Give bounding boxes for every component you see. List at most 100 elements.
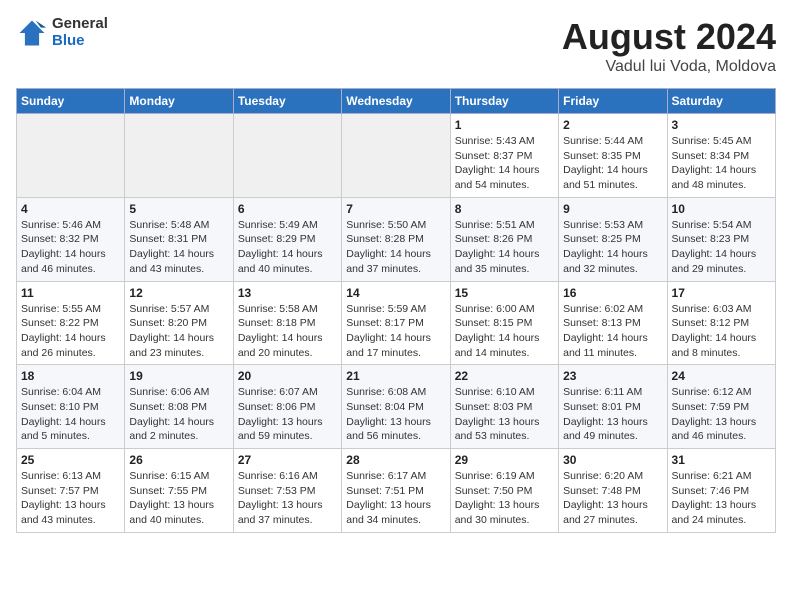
day-number: 21 xyxy=(346,369,445,383)
calendar-table: SundayMondayTuesdayWednesdayThursdayFrid… xyxy=(16,88,776,533)
calendar-cell: 31 Sunrise: 6:21 AM Sunset: 7:46 PM Dayli… xyxy=(667,449,775,533)
calendar-cell: 26Sunrise: 6:15 AM Sunset: 7:55 PM Dayli… xyxy=(125,449,233,533)
day-info: Sunrise: 5:45 AM Sunset: 8:34 PM Dayligh… xyxy=(672,134,771,193)
day-number: 8 xyxy=(455,202,554,216)
calendar-cell: 12 Sunrise: 5:57 AM Sunset: 8:20 PM Dayli… xyxy=(125,281,233,365)
week-row-2: 4 Sunrise: 5:46 AM Sunset: 8:32 PM Daylig… xyxy=(17,197,776,281)
day-info: Sunrise: 6:21 AM Sunset: 7:46 PM Dayligh… xyxy=(672,469,771,528)
day-number: 7 xyxy=(346,202,445,216)
calendar-cell: 19 Sunrise: 6:06 AM Sunset: 8:08 PM Dayli… xyxy=(125,365,233,449)
logo-icon xyxy=(16,17,48,49)
day-info: Sunrise: 6:10 AM Sunset: 8:03 PM Dayligh… xyxy=(455,385,554,444)
calendar-cell: 23 Sunrise: 6:11 AM Sunset: 8:01 PM Dayli… xyxy=(559,365,667,449)
calendar-cell xyxy=(125,114,233,198)
day-info: Sunrise: 6:11 AM Sunset: 8:01 PM Dayligh… xyxy=(563,385,662,444)
day-number: 28 xyxy=(346,453,445,467)
day-info: Sunrise: 6:02 AM Sunset: 8:13 PM Dayligh… xyxy=(563,302,662,361)
title-block: August 2024 Vadul lui Voda, Moldova xyxy=(562,16,776,76)
day-info: Sunrise: 6:19 AM Sunset: 7:50 PM Dayligh… xyxy=(455,469,554,528)
day-info: Sunrise: 5:54 AM Sunset: 8:23 PM Dayligh… xyxy=(672,218,771,277)
day-info: Sunrise: 6:20 AM Sunset: 7:48 PM Dayligh… xyxy=(563,469,662,528)
calendar-cell: 20 Sunrise: 6:07 AM Sunset: 8:06 PM Dayli… xyxy=(233,365,341,449)
logo-blue-text: Blue xyxy=(52,33,108,50)
day-number: 2 xyxy=(563,118,662,132)
day-info: Sunrise: 6:06 AM Sunset: 8:08 PM Dayligh… xyxy=(129,385,228,444)
day-info: Sunrise: 6:04 AM Sunset: 8:10 PM Dayligh… xyxy=(21,385,120,444)
day-info: Sunrise: 6:07 AM Sunset: 8:06 PM Dayligh… xyxy=(238,385,337,444)
main-title: August 2024 xyxy=(562,16,776,58)
day-number: 14 xyxy=(346,286,445,300)
day-info: Sunrise: 5:58 AM Sunset: 8:18 PM Dayligh… xyxy=(238,302,337,361)
day-number: 17 xyxy=(672,286,771,300)
calendar-cell: 22 Sunrise: 6:10 AM Sunset: 8:03 PM Dayli… xyxy=(450,365,558,449)
calendar-cell: 29 Sunrise: 6:19 AM Sunset: 7:50 PM Dayli… xyxy=(450,449,558,533)
calendar-cell: 5Sunrise: 5:48 AM Sunset: 8:31 PM Daylig… xyxy=(125,197,233,281)
day-info: Sunrise: 5:55 AM Sunset: 8:22 PM Dayligh… xyxy=(21,302,120,361)
day-number: 19 xyxy=(129,369,228,383)
day-info: Sunrise: 5:44 AM Sunset: 8:35 PM Dayligh… xyxy=(563,134,662,193)
calendar-cell: 1 Sunrise: 5:43 AM Sunset: 8:37 PM Daylig… xyxy=(450,114,558,198)
calendar-cell: 13 Sunrise: 5:58 AM Sunset: 8:18 PM Dayli… xyxy=(233,281,341,365)
col-header-thursday: Thursday xyxy=(450,89,558,114)
week-row-1: 1 Sunrise: 5:43 AM Sunset: 8:37 PM Daylig… xyxy=(17,114,776,198)
day-number: 31 xyxy=(672,453,771,467)
day-info: Sunrise: 6:03 AM Sunset: 8:12 PM Dayligh… xyxy=(672,302,771,361)
day-info: Sunrise: 5:48 AM Sunset: 8:31 PM Dayligh… xyxy=(129,218,228,277)
day-number: 10 xyxy=(672,202,771,216)
day-number: 15 xyxy=(455,286,554,300)
day-number: 13 xyxy=(238,286,337,300)
calendar-cell: 17 Sunrise: 6:03 AM Sunset: 8:12 PM Dayli… xyxy=(667,281,775,365)
calendar-cell: 10 Sunrise: 5:54 AM Sunset: 8:23 PM Dayli… xyxy=(667,197,775,281)
col-header-monday: Monday xyxy=(125,89,233,114)
day-number: 11 xyxy=(21,286,120,300)
calendar-cell xyxy=(233,114,341,198)
calendar-cell: 18 Sunrise: 6:04 AM Sunset: 8:10 PM Dayli… xyxy=(17,365,125,449)
week-row-4: 18 Sunrise: 6:04 AM Sunset: 8:10 PM Dayli… xyxy=(17,365,776,449)
calendar-cell: 25Sunrise: 6:13 AM Sunset: 7:57 PM Dayli… xyxy=(17,449,125,533)
logo-general-text: General xyxy=(52,16,108,33)
calendar-cell: 27 Sunrise: 6:16 AM Sunset: 7:53 PM Dayli… xyxy=(233,449,341,533)
day-number: 16 xyxy=(563,286,662,300)
day-info: Sunrise: 5:51 AM Sunset: 8:26 PM Dayligh… xyxy=(455,218,554,277)
day-number: 27 xyxy=(238,453,337,467)
day-number: 20 xyxy=(238,369,337,383)
day-number: 29 xyxy=(455,453,554,467)
day-info: Sunrise: 5:53 AM Sunset: 8:25 PM Dayligh… xyxy=(563,218,662,277)
day-number: 1 xyxy=(455,118,554,132)
calendar-cell: 8 Sunrise: 5:51 AM Sunset: 8:26 PM Daylig… xyxy=(450,197,558,281)
calendar-cell: 14 Sunrise: 5:59 AM Sunset: 8:17 PM Dayli… xyxy=(342,281,450,365)
day-info: Sunrise: 5:46 AM Sunset: 8:32 PM Dayligh… xyxy=(21,218,120,277)
day-number: 18 xyxy=(21,369,120,383)
day-number: 22 xyxy=(455,369,554,383)
day-info: Sunrise: 5:43 AM Sunset: 8:37 PM Dayligh… xyxy=(455,134,554,193)
day-number: 12 xyxy=(129,286,228,300)
day-number: 23 xyxy=(563,369,662,383)
calendar-cell: 2 Sunrise: 5:44 AM Sunset: 8:35 PM Daylig… xyxy=(559,114,667,198)
calendar-cell: 6 Sunrise: 5:49 AM Sunset: 8:29 PM Daylig… xyxy=(233,197,341,281)
col-header-wednesday: Wednesday xyxy=(342,89,450,114)
day-info: Sunrise: 6:13 AM Sunset: 7:57 PM Dayligh… xyxy=(21,469,120,528)
subtitle: Vadul lui Voda, Moldova xyxy=(562,58,776,76)
day-info: Sunrise: 6:16 AM Sunset: 7:53 PM Dayligh… xyxy=(238,469,337,528)
day-number: 30 xyxy=(563,453,662,467)
day-number: 6 xyxy=(238,202,337,216)
col-header-friday: Friday xyxy=(559,89,667,114)
day-info: Sunrise: 6:12 AM Sunset: 7:59 PM Dayligh… xyxy=(672,385,771,444)
day-info: Sunrise: 5:49 AM Sunset: 8:29 PM Dayligh… xyxy=(238,218,337,277)
col-header-sunday: Sunday xyxy=(17,89,125,114)
day-info: Sunrise: 6:15 AM Sunset: 7:55 PM Dayligh… xyxy=(129,469,228,528)
day-number: 3 xyxy=(672,118,771,132)
logo: General Blue xyxy=(16,16,108,49)
col-header-tuesday: Tuesday xyxy=(233,89,341,114)
day-number: 24 xyxy=(672,369,771,383)
day-info: Sunrise: 5:59 AM Sunset: 8:17 PM Dayligh… xyxy=(346,302,445,361)
page-header: General Blue August 2024 Vadul lui Voda,… xyxy=(16,16,776,76)
week-row-3: 11 Sunrise: 5:55 AM Sunset: 8:22 PM Dayli… xyxy=(17,281,776,365)
day-info: Sunrise: 5:57 AM Sunset: 8:20 PM Dayligh… xyxy=(129,302,228,361)
day-number: 4 xyxy=(21,202,120,216)
calendar-cell: 3 Sunrise: 5:45 AM Sunset: 8:34 PM Daylig… xyxy=(667,114,775,198)
calendar-cell: 4 Sunrise: 5:46 AM Sunset: 8:32 PM Daylig… xyxy=(17,197,125,281)
day-info: Sunrise: 5:50 AM Sunset: 8:28 PM Dayligh… xyxy=(346,218,445,277)
week-row-5: 25Sunrise: 6:13 AM Sunset: 7:57 PM Dayli… xyxy=(17,449,776,533)
day-info: Sunrise: 6:00 AM Sunset: 8:15 PM Dayligh… xyxy=(455,302,554,361)
